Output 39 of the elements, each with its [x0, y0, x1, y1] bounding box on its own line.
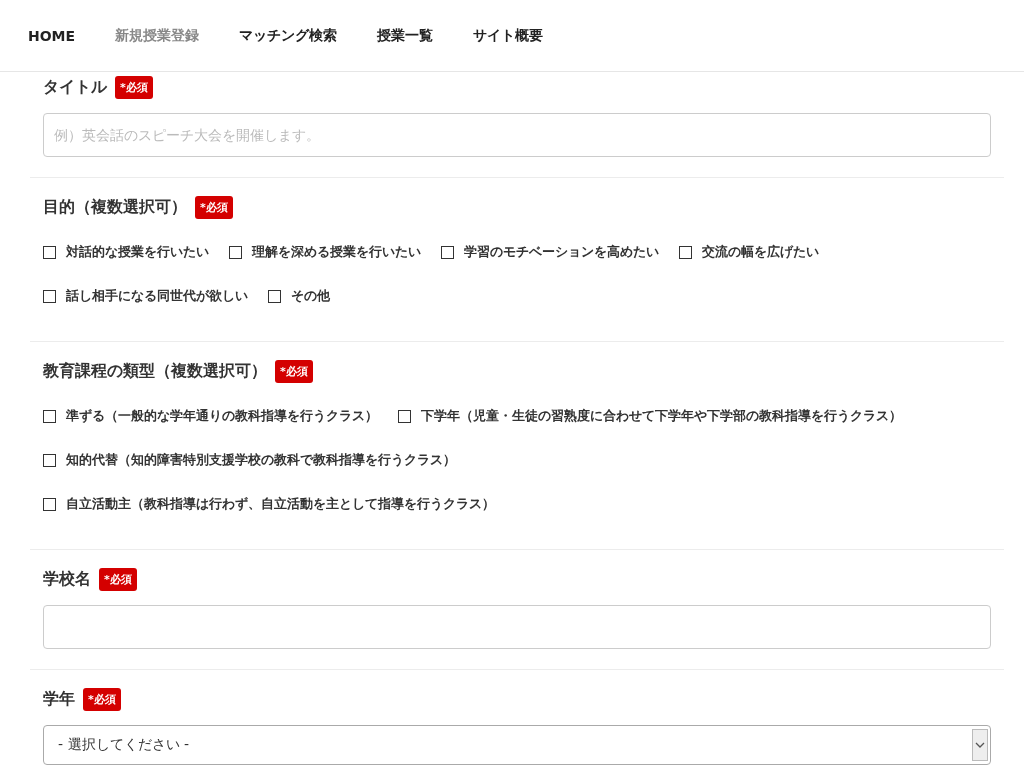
option-label: 対話的な授業を行いたい: [66, 243, 209, 261]
select-dropdown[interactable]: - 選択してください -: [43, 725, 991, 765]
text-input[interactable]: 例）英会話のスピーチ大会を開催します。: [43, 113, 991, 157]
checkbox[interactable]: [268, 289, 281, 303]
field-label: 教育課程の類型（複数選択可）: [43, 361, 267, 382]
option-label: 理解を深める授業を行いたい: [252, 243, 421, 261]
required-badge: *必須: [83, 688, 121, 711]
checkbox[interactable]: [43, 289, 56, 303]
nav-link[interactable]: マッチング検索: [239, 26, 338, 45]
text-input[interactable]: [43, 605, 991, 649]
field-label: 学年: [43, 689, 75, 710]
field-label: 目的（複数選択可）: [43, 197, 187, 218]
chevron-down-icon: [972, 729, 988, 761]
option-label: 知的代替（知的障害特別支援学校の教科で教科指導を行うクラス）: [66, 451, 456, 469]
field-label: タイトル: [43, 77, 107, 98]
option-label: 下学年（児童・生徒の習熟度に合わせて下学年や下学部の教科指導を行うクラス）: [421, 407, 902, 425]
required-badge: *必須: [195, 196, 233, 219]
option-label: 自立活動主（教科指導は行わず、自立活動を主として指導を行うクラス）: [66, 495, 495, 513]
checkbox[interactable]: [43, 409, 56, 423]
nav-link[interactable]: 授業一覧: [377, 26, 434, 45]
checkbox[interactable]: [398, 409, 411, 423]
option-label: 話し相手になる同世代が欲しい: [66, 287, 248, 305]
required-badge: *必須: [275, 360, 313, 383]
checkbox[interactable]: [43, 245, 56, 259]
checkbox[interactable]: [43, 453, 56, 467]
nav-link[interactable]: サイト概要: [473, 26, 544, 45]
option-label: 準ずる（一般的な学年通りの教科指導を行うクラス）: [66, 407, 378, 425]
nav-link[interactable]: 新規授業登録: [115, 26, 200, 45]
checkbox[interactable]: [43, 497, 56, 511]
required-badge: *必須: [115, 76, 153, 99]
checkbox[interactable]: [679, 245, 692, 259]
field-label: 学校名: [43, 569, 91, 590]
required-badge: *必須: [99, 568, 137, 591]
option-label: その他: [291, 287, 330, 305]
option-label: 学習のモチベーションを高めたい: [464, 243, 659, 261]
checkbox[interactable]: [229, 245, 242, 259]
checkbox[interactable]: [441, 245, 454, 259]
nav-link[interactable]: HOME: [28, 27, 76, 44]
option-label: 交流の幅を広げたい: [702, 243, 819, 261]
